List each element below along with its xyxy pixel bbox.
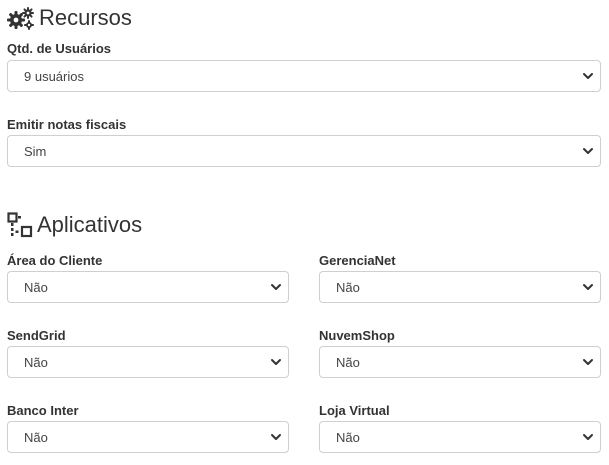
nuvemshop-select[interactable]: Não — [319, 346, 601, 378]
chevron-down-icon — [583, 148, 593, 154]
nuvemshop-label: NuvemShop — [319, 328, 395, 343]
chevron-down-icon — [271, 284, 281, 290]
aplicativos-title: Aplicativos — [37, 212, 143, 237]
chevron-down-icon — [583, 359, 593, 365]
aplicativos-heading: Aplicativos — [7, 212, 142, 238]
gears-icon — [7, 7, 34, 30]
qtd-usuarios-select[interactable]: 9 usuários — [7, 60, 601, 92]
area-cliente-select[interactable]: Não — [7, 271, 289, 303]
recursos-title: Recursos — [39, 5, 132, 30]
area-cliente-label: Área do Cliente — [7, 253, 103, 268]
chevron-down-icon — [583, 284, 593, 290]
banco-inter-value: Não — [24, 429, 48, 445]
chevron-down-icon — [583, 434, 593, 440]
chevron-down-icon — [583, 73, 593, 79]
recursos-heading: Recursos — [7, 6, 132, 30]
emitir-notas-value: Sim — [24, 143, 47, 159]
sendgrid-label: SendGrid — [7, 328, 66, 343]
chevron-down-icon — [271, 434, 281, 440]
gerencianet-value: Não — [336, 279, 360, 295]
loja-virtual-select[interactable]: Não — [319, 421, 601, 453]
chevron-down-icon — [271, 359, 281, 365]
qtd-usuarios-value: 9 usuários — [24, 68, 84, 84]
nuvemshop-value: Não — [336, 354, 360, 370]
emitir-notas-label: Emitir notas fiscais — [7, 117, 127, 132]
gerencianet-select[interactable]: Não — [319, 271, 601, 303]
sendgrid-select[interactable]: Não — [7, 346, 289, 378]
emitir-notas-select[interactable]: Sim — [7, 135, 601, 167]
banco-inter-label: Banco Inter — [7, 403, 79, 418]
area-cliente-value: Não — [24, 279, 48, 295]
gerencianet-label: GerenciaNet — [319, 253, 396, 268]
qtd-usuarios-label: Qtd. de Usuários — [7, 41, 112, 56]
loja-virtual-label: Loja Virtual — [319, 403, 390, 418]
sitemap-icon — [7, 212, 33, 238]
sendgrid-value: Não — [24, 354, 48, 370]
banco-inter-select[interactable]: Não — [7, 421, 289, 453]
loja-virtual-value: Não — [336, 429, 360, 445]
